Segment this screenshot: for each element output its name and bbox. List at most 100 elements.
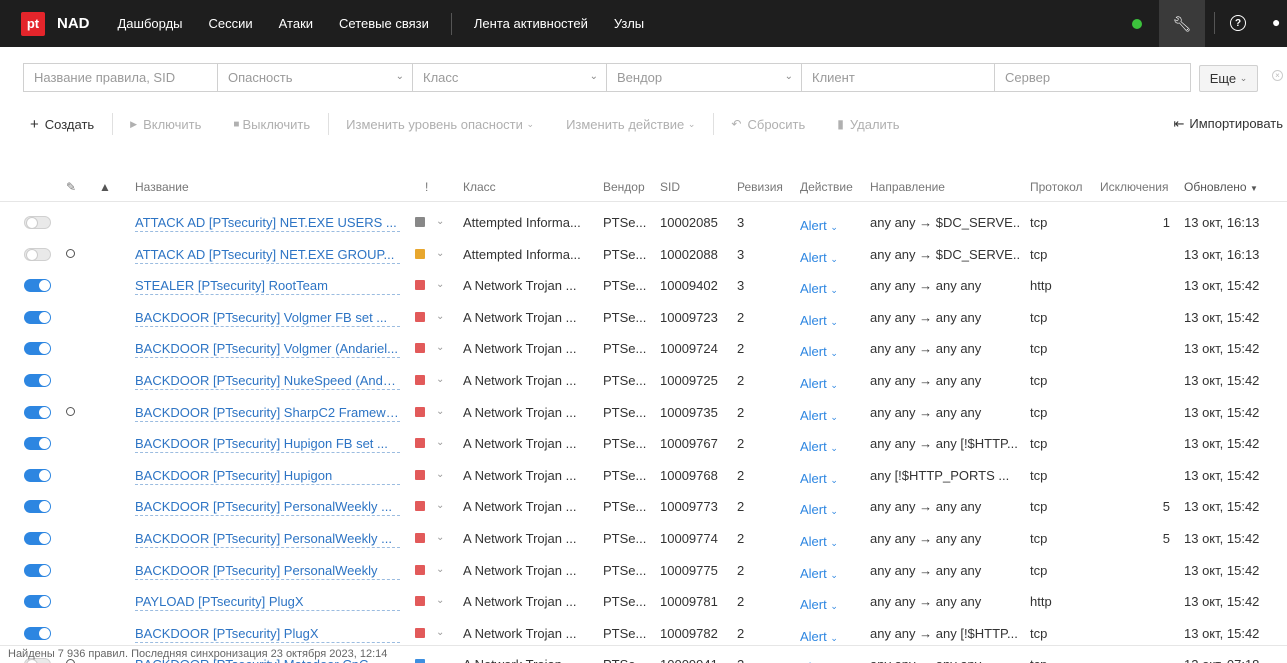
- rule-action-dropdown[interactable]: Alert ⌄: [800, 218, 838, 233]
- rule-name-link[interactable]: BACKDOOR [PTsecurity] PlugX: [135, 626, 400, 643]
- table-row[interactable]: BACKDOOR [PTsecurity] PersonalWeekly ⌄ A N…: [0, 554, 1287, 586]
- enable-toggle[interactable]: [24, 216, 51, 229]
- rule-name-link[interactable]: PAYLOAD [PTsecurity] PlugX: [135, 594, 400, 612]
- rule-action-dropdown[interactable]: Alert ⌄: [800, 534, 838, 549]
- table-row[interactable]: STEALER [PTsecurity] RootTeam ⌄ A Network …: [0, 269, 1287, 301]
- rule-name-link[interactable]: BACKDOOR [PTsecurity] Hupigon: [135, 468, 400, 485]
- disable-button[interactable]: ■ Выключить: [233, 117, 310, 132]
- comment-circle-icon[interactable]: [66, 406, 75, 416]
- nav-network-links[interactable]: Сетевые связи: [339, 16, 429, 31]
- rule-name-link[interactable]: BACKDOOR [PTsecurity] Hupigon FB set ...: [135, 436, 400, 454]
- chevron-down-icon[interactable]: ⌄: [436, 595, 444, 606]
- enable-toggle[interactable]: [24, 405, 51, 419]
- help-icon[interactable]: ?: [1230, 15, 1246, 31]
- rule-action-dropdown[interactable]: Alert ⌄: [800, 629, 838, 644]
- enable-toggle[interactable]: [24, 342, 51, 356]
- chevron-down-icon[interactable]: ⌄: [436, 469, 444, 480]
- nav-dashboards[interactable]: Дашборды: [118, 16, 183, 31]
- create-button[interactable]: + Создать: [30, 116, 94, 133]
- enable-toggle[interactable]: [24, 563, 51, 577]
- rule-action-dropdown[interactable]: Alert ⌄: [800, 344, 838, 359]
- nav-sessions[interactable]: Сессии: [209, 16, 253, 31]
- rule-name-link[interactable]: STEALER [PTsecurity] RootTeam: [135, 278, 400, 296]
- rule-action-dropdown[interactable]: Alert ⌄: [800, 439, 838, 454]
- enable-toggle[interactable]: [24, 374, 51, 387]
- header-vendor[interactable]: Вендор: [603, 180, 645, 194]
- table-row[interactable]: BACKDOOR [PTsecurity] Volgmer FB set ...…: [0, 301, 1287, 333]
- header-direction[interactable]: Направление: [870, 180, 945, 194]
- rule-action-dropdown[interactable]: Alert ⌄: [800, 566, 838, 581]
- reset-button[interactable]: ↶ Сбросить: [731, 117, 805, 132]
- enable-toggle[interactable]: [24, 532, 51, 545]
- nav-hosts[interactable]: Узлы: [614, 16, 644, 31]
- header-class[interactable]: Класс: [463, 180, 496, 194]
- header-protocol[interactable]: Протокол: [1030, 180, 1083, 194]
- nav-attacks[interactable]: Атаки: [279, 16, 313, 31]
- rule-name-link[interactable]: BACKDOOR [PTsecurity] Volgmer FB set ...: [135, 310, 400, 327]
- rule-name-link[interactable]: BACKDOOR [PTsecurity] SharpC2 Framewo...: [135, 405, 400, 422]
- rule-action-dropdown[interactable]: Alert ⌄: [800, 313, 838, 328]
- chevron-down-icon[interactable]: ⌄: [436, 627, 444, 638]
- table-row[interactable]: BACKDOOR [PTsecurity] PersonalWeekly ...…: [0, 522, 1287, 554]
- chevron-down-icon[interactable]: ⌄: [436, 311, 444, 322]
- header-revision[interactable]: Ревизия: [737, 180, 783, 194]
- table-row[interactable]: PAYLOAD [PTsecurity] PlugX ⌄ A Network Tro…: [0, 585, 1287, 617]
- rule-action-dropdown[interactable]: Alert ⌄: [800, 597, 838, 612]
- header-exceptions[interactable]: Исключения: [1100, 180, 1169, 194]
- pt-logo[interactable]: pt: [21, 11, 45, 36]
- chevron-down-icon[interactable]: ⌄: [436, 279, 444, 290]
- enable-toggle[interactable]: [24, 500, 51, 514]
- settings-wrench-icon[interactable]: 🔧︎: [1159, 0, 1205, 47]
- chevron-down-icon[interactable]: ⌄: [436, 248, 444, 259]
- change-severity-button[interactable]: Изменить уровень опасности ⌄: [346, 117, 534, 132]
- rule-name-link[interactable]: BACKDOOR [PTsecurity] PersonalWeekly ...: [135, 499, 400, 517]
- chevron-down-icon[interactable]: ⌄: [436, 437, 444, 448]
- table-row[interactable]: ATTACK AD [PTsecurity] NET.EXE USERS ...…: [0, 206, 1287, 238]
- header-updated[interactable]: Обновлено ▼: [1184, 180, 1258, 194]
- server-input[interactable]: Сервер: [994, 63, 1191, 92]
- enable-toggle[interactable]: [24, 279, 51, 293]
- chevron-down-icon[interactable]: ⌄: [436, 564, 444, 575]
- nav-activity-feed[interactable]: Лента активностей: [474, 16, 588, 31]
- severity-select[interactable]: Опасность ⌄: [217, 63, 413, 92]
- rule-name-link[interactable]: BACKDOOR [PTsecurity] NukeSpeed (Anda...: [135, 373, 400, 390]
- enable-toggle[interactable]: [24, 310, 51, 324]
- delete-button[interactable]: ▮ Удалить: [837, 117, 899, 132]
- chevron-down-icon[interactable]: ⌄: [436, 532, 444, 543]
- chevron-down-icon[interactable]: ⌄: [436, 406, 444, 417]
- class-select[interactable]: Класс ⌄: [412, 63, 607, 92]
- clear-filters-icon[interactable]: ×: [1272, 70, 1283, 81]
- rule-search-input[interactable]: Название правила, SID: [23, 63, 218, 92]
- rule-action-dropdown[interactable]: Alert ⌄: [800, 376, 838, 391]
- header-action[interactable]: Действие: [800, 180, 853, 194]
- rule-name-link[interactable]: ATTACK AD [PTsecurity] NET.EXE USERS ...: [135, 215, 400, 232]
- rule-action-dropdown[interactable]: Alert ⌄: [800, 502, 838, 517]
- comment-circle-icon[interactable]: [66, 248, 75, 258]
- table-row[interactable]: BACKDOOR [PTsecurity] NukeSpeed (Anda...…: [0, 364, 1287, 396]
- more-filters-button[interactable]: Еще ⌄: [1199, 65, 1258, 92]
- chevron-down-icon[interactable]: ⌄: [436, 374, 444, 385]
- table-row[interactable]: BACKDOOR [PTsecurity] Hupigon FB set ...…: [0, 427, 1287, 459]
- table-row[interactable]: BACKDOOR [PTsecurity] PlugX ⌄ A Network Tr…: [0, 617, 1287, 649]
- client-input[interactable]: Клиент: [801, 63, 995, 92]
- enable-toggle[interactable]: [24, 468, 51, 482]
- change-action-button[interactable]: Изменить действие ⌄: [566, 117, 695, 132]
- chevron-down-icon[interactable]: ⌄: [436, 500, 444, 511]
- rule-name-link[interactable]: BACKDOOR [PTsecurity] Volgmer (Andariel.…: [135, 341, 400, 359]
- header-name[interactable]: Название: [135, 180, 189, 194]
- rule-name-link[interactable]: BACKDOOR [PTsecurity] PersonalWeekly: [135, 563, 400, 580]
- table-row[interactable]: BACKDOOR [PTsecurity] Volgmer (Andariel.…: [0, 332, 1287, 364]
- chevron-down-icon[interactable]: ⌄: [436, 342, 444, 353]
- enable-toggle[interactable]: [24, 437, 51, 451]
- chevron-down-icon[interactable]: ⌄: [436, 216, 444, 227]
- import-button[interactable]: ⇤ Импортировать: [1173, 116, 1283, 132]
- rule-action-dropdown[interactable]: Alert ⌄: [800, 250, 838, 265]
- enable-button[interactable]: ▶ Включить: [130, 117, 201, 132]
- rule-name-link[interactable]: ATTACK AD [PTsecurity] NET.EXE GROUP...: [135, 247, 400, 264]
- vendor-select[interactable]: Вендор ⌄: [606, 63, 802, 92]
- table-row[interactable]: BACKDOOR [PTsecurity] SharpC2 Framewo...…: [0, 396, 1287, 428]
- header-severity[interactable]: !: [425, 180, 428, 194]
- rule-action-dropdown[interactable]: Alert ⌄: [800, 471, 838, 486]
- table-row[interactable]: ATTACK AD [PTsecurity] NET.EXE GROUP... ⌄…: [0, 238, 1287, 270]
- table-row[interactable]: BACKDOOR [PTsecurity] PersonalWeekly ...…: [0, 490, 1287, 522]
